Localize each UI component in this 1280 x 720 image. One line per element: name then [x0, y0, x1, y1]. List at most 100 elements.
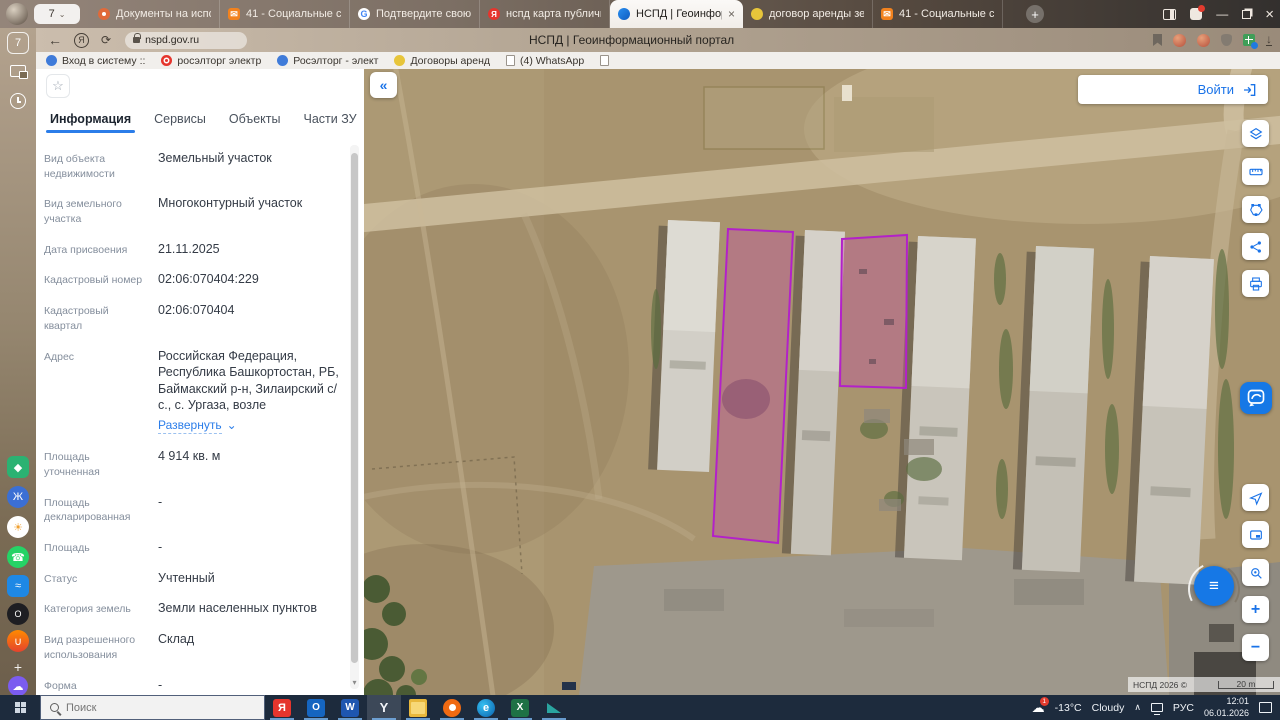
expand-address-link[interactable]: Развернуть ⌄	[158, 418, 237, 435]
geolocate-button[interactable]	[1242, 484, 1269, 511]
teams-app-icon[interactable]: ◆	[7, 456, 29, 478]
yandex-music-app-icon[interactable]: ∪	[7, 630, 29, 652]
taskbar-app-explorer[interactable]	[401, 695, 435, 720]
taskbar-app-yandex[interactable]: Я	[265, 695, 299, 720]
panel-scrollbar[interactable]: ▾	[350, 145, 359, 689]
browser-tab-2[interactable]: ✉ 41 - Социальные сети — Я	[220, 0, 350, 28]
browser-tab-active-nspd[interactable]: НСПД | Геоинформаци ×	[610, 0, 743, 28]
browser-tab-6[interactable]: договор аренды земельн	[743, 0, 873, 28]
overview-map-button[interactable]	[1242, 521, 1269, 548]
feedback-chat-button[interactable]: ≡	[1194, 566, 1234, 606]
profile-avatar[interactable]	[6, 3, 28, 25]
scrollbar-thumb[interactable]	[351, 153, 358, 663]
url-field[interactable]: nspd.gov.ru	[125, 31, 248, 49]
back-icon[interactable]: ←	[48, 32, 62, 48]
measure-ruler-button[interactable]	[1242, 158, 1269, 185]
add-app-icon[interactable]: +	[7, 656, 29, 678]
extensions-icon[interactable]	[1190, 5, 1206, 20]
weather-temp[interactable]: -13°C	[1055, 702, 1082, 714]
close-tab-icon[interactable]: ×	[728, 7, 735, 21]
kontur-app-icon	[545, 699, 563, 717]
close-window-button[interactable]: ×	[1265, 6, 1274, 23]
browser-tab-4[interactable]: Я нспд карта публичная кад	[480, 0, 610, 28]
taskbar-app-excel[interactable]: X	[503, 695, 537, 720]
taskbar-app-yandex-start[interactable]	[435, 695, 469, 720]
reload-icon[interactable]: ⟳	[101, 33, 111, 47]
minimize-button[interactable]: —	[1216, 7, 1228, 21]
taskbar-search[interactable]	[40, 695, 265, 720]
yandex-search-icon[interactable]: Я	[74, 32, 89, 48]
search-area-button[interactable]	[1242, 559, 1269, 586]
tab-parcel-parts[interactable]: Части ЗУ	[303, 112, 356, 126]
zoom-in-button[interactable]: +	[1242, 596, 1269, 623]
browser-tab-1[interactable]: Документы на исполнени	[90, 0, 220, 28]
favorite-star-button[interactable]: ☆	[46, 74, 70, 98]
extension-avatar-icon[interactable]	[1197, 33, 1210, 47]
field-row: Статус Учтенный	[44, 563, 344, 594]
collapse-panel-button[interactable]: «	[370, 72, 397, 98]
zoom-out-button[interactable]: −	[1242, 634, 1269, 661]
share-button[interactable]	[1242, 233, 1269, 260]
nspd-draw-button[interactable]	[1240, 382, 1272, 414]
shield-icon[interactable]	[1221, 34, 1232, 46]
login-button[interactable]: Войти	[1078, 75, 1268, 104]
network-icon[interactable]	[1150, 703, 1163, 715]
start-button[interactable]	[0, 695, 40, 720]
polygon-select-button[interactable]	[1242, 196, 1269, 223]
yandex-weather-app-icon[interactable]: ☀	[7, 516, 29, 538]
bookmark-item[interactable]: Росэлторг - элект	[277, 55, 378, 67]
tab-information[interactable]: Информация	[45, 112, 136, 133]
yandex-browser-app-icon: Y	[379, 700, 389, 715]
history-clock-icon[interactable]	[7, 90, 29, 112]
tab-services[interactable]: Сервисы	[154, 112, 206, 126]
map-area[interactable]: « Войти + − ≡ НСПД 2026 © 20 m	[364, 69, 1280, 695]
taskbar-app-word[interactable]: W	[333, 695, 367, 720]
word-app-icon: W	[341, 698, 359, 717]
bookmark-item[interactable]: росэлторг электр	[161, 55, 261, 67]
kontur-app-icon[interactable]: ≈	[7, 575, 29, 597]
print-button[interactable]	[1242, 270, 1269, 297]
bookmark-item-whatsapp[interactable]: (4) WhatsApp	[506, 55, 584, 67]
search-input[interactable]	[66, 701, 226, 714]
whatsapp-app-icon[interactable]: ☎	[7, 546, 29, 568]
layers-button[interactable]	[1242, 120, 1269, 147]
gosuslugi-app-icon[interactable]: Ж	[7, 486, 29, 508]
extension-avatar-icon[interactable]	[1173, 33, 1186, 47]
browser-tab-7[interactable]: ✉ 41 - Социальные сети — Я	[873, 0, 1003, 28]
bookmark-item-blank[interactable]	[600, 55, 610, 66]
sidebar-panel-icon[interactable]	[1163, 8, 1177, 20]
field-row: Площадь -	[44, 532, 344, 563]
google-favicon: G	[358, 8, 370, 20]
language-indicator[interactable]: РУС	[1173, 702, 1194, 714]
tray-expand-icon[interactable]: ∧	[1134, 702, 1141, 713]
tab-counter-button[interactable]: 7 ⌄	[34, 4, 80, 24]
spreadsheet-extension-icon[interactable]	[1243, 34, 1258, 49]
taskbar-app-outlook[interactable]: O	[299, 695, 333, 720]
browser-tab-3[interactable]: G Подтвердите свою личнос	[350, 0, 480, 28]
notification-center-icon[interactable]	[1259, 702, 1272, 713]
time: 12:01	[1226, 696, 1249, 707]
bookmark-flag-icon[interactable]	[1153, 34, 1162, 46]
yandex-favicon: Я	[488, 8, 500, 20]
weather-cloud-icon[interactable]: ☁ 1	[1032, 696, 1049, 716]
clock[interactable]: 12:01 06.01.2026	[1204, 696, 1249, 719]
taskbar-app-edge[interactable]: e	[469, 695, 503, 720]
weather-desc[interactable]: Cloudy	[1092, 702, 1125, 714]
aerial-imagery[interactable]	[364, 69, 1280, 695]
new-tab-button[interactable]: +	[1026, 5, 1044, 23]
bookmark-item[interactable]: Вход в систему ::	[46, 55, 145, 67]
downloads-icon[interactable]: ↓	[1266, 33, 1272, 46]
tabs-panel-button[interactable]: 7	[7, 32, 29, 54]
dark-app-icon[interactable]: O	[7, 603, 29, 625]
restore-button[interactable]	[1242, 9, 1252, 19]
screenshot-icon[interactable]	[7, 60, 29, 82]
tab-objects[interactable]: Объекты	[229, 112, 281, 126]
parcel-highlight-second[interactable]	[838, 233, 909, 390]
scroll-down-arrow[interactable]: ▾	[350, 678, 359, 687]
tab-count: 7	[48, 8, 55, 20]
taskbar-app-yandex-browser[interactable]: Y	[367, 695, 401, 720]
field-label: Площадь уточненная	[44, 451, 100, 479]
cloud-app-icon[interactable]: ☁	[8, 676, 28, 696]
bookmark-item[interactable]: Договоры аренд	[394, 55, 490, 67]
taskbar-app-kontur[interactable]	[537, 695, 571, 720]
